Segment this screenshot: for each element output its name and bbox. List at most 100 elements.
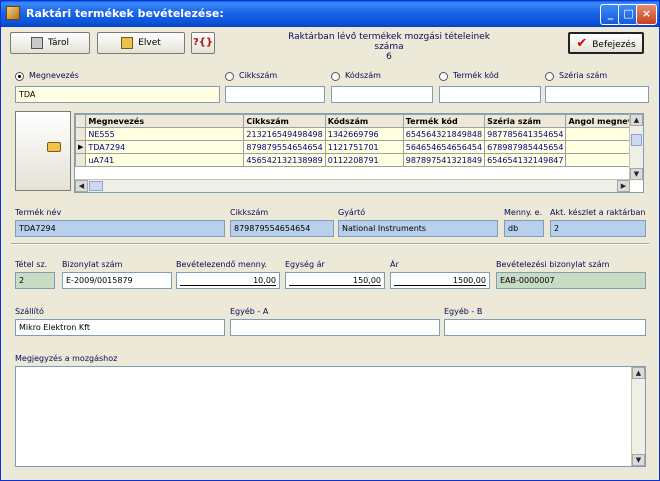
receipt-doc-label: Bevételezési bizonylat szám [496,260,610,269]
radio-product-code-label: Termék kód [453,71,499,80]
movement-info: Raktárban lévő termékek mozgási tételein… [274,32,504,62]
form-content: Tárol Elvet ?{} Raktárban lévő termékek … [4,27,656,479]
col-code[interactable]: Kódszám [324,114,404,128]
cell-sku[interactable]: 879879554654654 [243,140,326,154]
row-indicator [75,153,87,167]
supplier-input[interactable]: Mikro Elektron Kft [15,319,225,336]
col-name[interactable]: Megnevezés [85,114,245,128]
scroll-left-icon[interactable]: ◀ [75,180,88,192]
unit-price-label: Egység ár [285,260,325,269]
other-a-input[interactable] [230,319,440,336]
qty-underline [180,285,276,286]
notes-scroll-down-icon[interactable]: ▼ [632,454,645,466]
cell-english-name[interactable] [565,140,637,154]
cell-name[interactable]: NE555 [85,127,245,141]
cell-english-name[interactable] [565,153,637,167]
cell-serial[interactable]: 987785641354654 [484,127,567,141]
scroll-up-icon[interactable]: ▲ [630,114,643,126]
code-search-input[interactable] [331,86,433,103]
help-button[interactable]: ?{} [191,32,215,54]
product-table: Megnevezés Cikkszám Kódszám Termék kód S… [75,114,637,167]
item-no-label: Tétel sz. [15,260,48,269]
scroll-down-icon[interactable]: ▼ [630,168,643,180]
close-button[interactable]: × [636,4,657,25]
movement-count: 6 [386,52,392,62]
cancel-icon [121,36,134,49]
unit-price-underline [289,285,381,286]
cell-name[interactable]: TDA7294 [85,140,245,154]
radio-code[interactable] [331,72,340,81]
unit-price-input[interactable]: 150,00 [285,272,385,289]
search-input[interactable]: TDA [15,86,220,103]
product-sku-field: 879879554654654 [230,220,334,237]
col-sku[interactable]: Cikkszám [243,114,326,128]
finish-button[interactable]: ✔ Befejezés [568,32,644,54]
movement-label: Raktárban lévő termékek mozgási tételein… [288,32,490,52]
sku-search-input[interactable] [225,86,325,103]
save-button[interactable]: Tárol [10,32,90,54]
help-icon: ?{} [192,37,214,48]
cell-serial[interactable]: 654654132149847 [484,153,567,167]
cell-product-code[interactable]: 987897541321849 [402,153,486,167]
notes-scroll-up-icon[interactable]: ▲ [632,367,645,379]
col-english-name[interactable]: Angol megnev [565,114,637,128]
app-icon [6,6,20,20]
finish-label: Befejezés [592,40,636,50]
cell-serial[interactable]: 678987985445654 [484,140,567,154]
cell-code[interactable]: 1121751701 [324,140,404,154]
product-name-field: TDA7294 [15,220,225,237]
radio-serial[interactable] [545,72,554,81]
cell-code[interactable]: 1342669796 [324,127,404,141]
cell-code[interactable]: 0112208791 [324,153,404,167]
other-b-label: Egyéb - B [444,307,483,316]
window-title: Raktári termékek bevételezése: [26,7,224,20]
col-product-code[interactable]: Termék kód [402,114,486,128]
cell-sku[interactable]: 456542132138989 [243,153,326,167]
radio-sku[interactable] [225,72,234,81]
grid-vertical-scrollbar[interactable]: ▲ ▼ [629,114,643,180]
cancel-label: Elvet [138,38,161,48]
vertical-scroll-thumb[interactable] [631,134,642,146]
cell-english-name[interactable] [565,127,637,141]
other-b-input[interactable] [444,319,646,336]
title-bar[interactable]: Raktári termékek bevételezése: _ □ × [1,1,659,27]
cell-product-code[interactable]: 654564321849848 [402,127,486,141]
unit-label: Menny. e. [504,208,543,217]
grid-horizontal-scrollbar[interactable]: ◀ ▶ [75,179,630,192]
price-value: 1500,00 [452,276,486,285]
cell-product-code[interactable]: 564654654656454 [402,140,486,154]
hand-pointer-icon [47,142,61,152]
row-indicator [75,127,87,141]
grid-indicator-header [75,114,87,128]
table-row[interactable]: NE555 213216549498498 1342669796 6545643… [75,127,637,141]
stock-field: 2 [550,220,646,237]
select-product-button[interactable] [15,111,71,191]
unit-field: db [504,220,544,237]
cancel-button[interactable]: Elvet [97,32,185,54]
unit-price-value: 150,00 [353,276,381,285]
col-serial[interactable]: Széria szám [484,114,567,128]
table-row[interactable]: ▶ TDA7294 879879554654654 1121751701 564… [75,140,637,154]
horizontal-scroll-thumb[interactable] [89,181,103,191]
radio-sku-label: Cikkszám [239,71,278,80]
radio-product-code[interactable] [439,72,448,81]
price-label: Ár [390,260,399,269]
doc-no-input[interactable]: E-2009/0015879 [62,272,172,289]
product-code-search-input[interactable] [439,86,541,103]
notes-scrollbar[interactable]: ▲ ▼ [631,367,645,466]
radio-name[interactable] [15,72,24,81]
maker-label: Gyártó [338,208,366,217]
price-input[interactable]: 1500,00 [390,272,490,289]
separator [11,243,649,245]
scroll-right-icon[interactable]: ▶ [617,180,630,192]
cell-sku[interactable]: 213216549498498 [243,127,326,141]
notes-textarea[interactable]: ▲ ▼ [15,366,646,467]
serial-search-input[interactable] [545,86,649,103]
product-name-label: Termék név [15,208,62,217]
radio-serial-label: Széria szám [559,71,608,80]
checkmark-icon: ✔ [576,36,588,51]
cell-name[interactable]: uA741 [85,153,245,167]
qty-input[interactable]: 10,00 [176,272,280,289]
stock-label: Akt. készlet a raktárban [550,208,646,217]
table-row[interactable]: uA741 456542132138989 0112208791 9878975… [75,153,637,167]
